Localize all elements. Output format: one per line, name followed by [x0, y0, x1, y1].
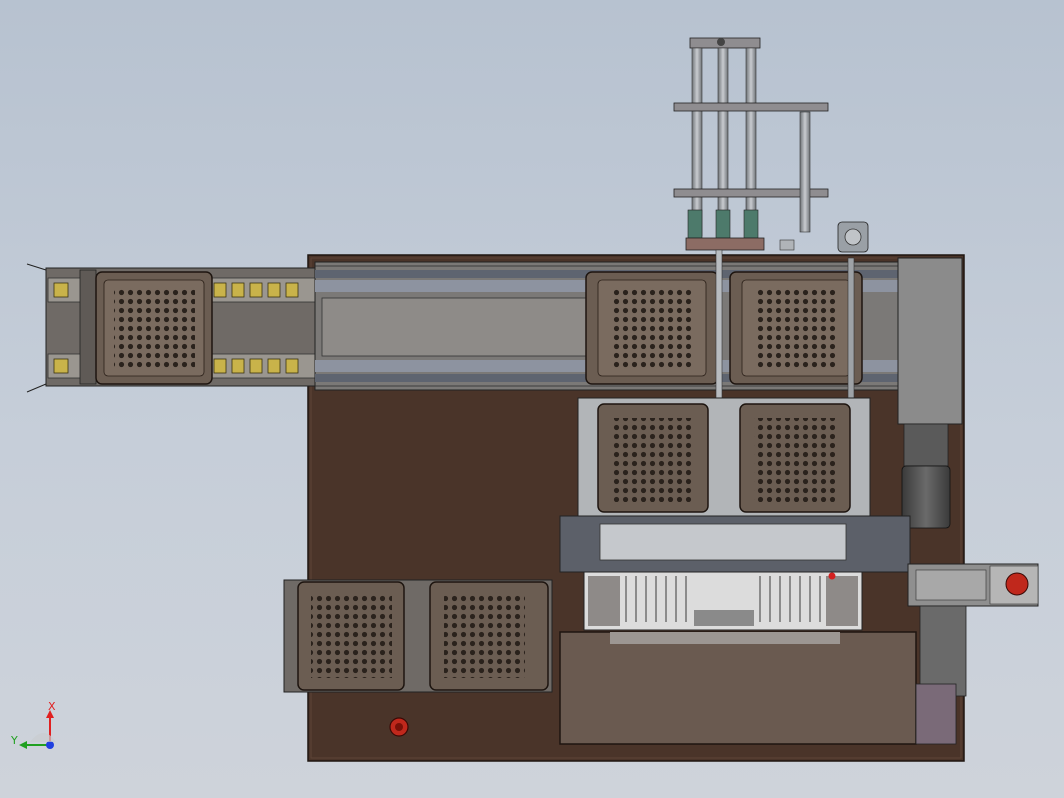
- emergency-stop-icon[interactable]: [389, 717, 409, 737]
- control-box: [907, 563, 1039, 745]
- tray-infeed: [95, 271, 213, 385]
- lift-mechanism: [673, 37, 869, 253]
- coordinate-triad-icon: X Y: [10, 700, 56, 749]
- tray-stack-left: [597, 403, 709, 513]
- gripper-head: [559, 515, 911, 631]
- tray-stack-right: [739, 403, 851, 513]
- axis-y-label: Y: [10, 734, 18, 747]
- axis-x-label: X: [48, 700, 56, 713]
- stop-button-icon: [1005, 572, 1029, 596]
- tray-rail-left: [585, 271, 719, 385]
- lower-housing: [559, 631, 917, 745]
- tray-lower-right: [429, 581, 549, 691]
- tray-rail-right: [729, 271, 863, 385]
- cad-viewport[interactable]: X Y: [0, 0, 1064, 798]
